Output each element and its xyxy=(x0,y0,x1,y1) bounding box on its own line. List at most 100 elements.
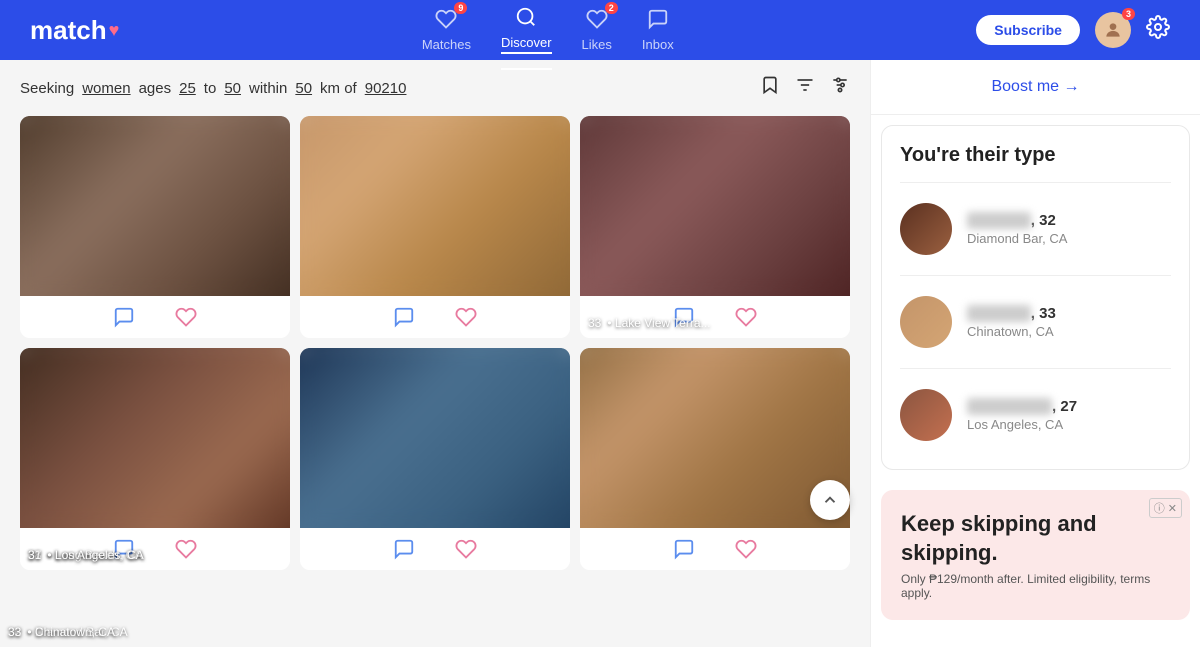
type-divider-1 xyxy=(900,182,1171,183)
likes-icon-wrap: 2 xyxy=(586,8,608,35)
message-button-5[interactable] xyxy=(393,538,415,560)
inbox-icon xyxy=(647,14,669,34)
discover-icon-wrap xyxy=(515,6,537,33)
avatar-icon xyxy=(1103,20,1123,40)
profile-photo-5 xyxy=(300,348,570,528)
like-button-4[interactable] xyxy=(175,538,197,560)
type-item-1[interactable]: ██████, 32 Diamond Bar, CA xyxy=(900,193,1171,265)
photo-count-3: 4 xyxy=(819,316,842,330)
main-content: Seeking women ages 25 to 50 within 50 km… xyxy=(0,60,1200,647)
heart-icon-6 xyxy=(735,538,757,560)
to-label: to xyxy=(204,80,217,97)
sort-icon xyxy=(795,75,815,95)
heart-icon-1 xyxy=(175,306,197,328)
sort-button[interactable] xyxy=(795,75,815,101)
avatar-badge: 3 xyxy=(1122,8,1135,20)
profile-loc-3: • Lake View Terra... xyxy=(607,316,710,330)
scroll-up-button[interactable] xyxy=(810,480,850,520)
boost-link[interactable]: Boost me → xyxy=(991,78,1079,95)
blurred-name-1: ██████ xyxy=(967,212,1031,229)
type-location-3: Los Angeles, CA xyxy=(967,417,1077,432)
boost-banner: Boost me → xyxy=(871,60,1200,115)
nav-discover[interactable]: Discover xyxy=(501,6,552,54)
ad-label: ⓘ ✕ xyxy=(1149,498,1182,518)
matches-icon-wrap: 9 xyxy=(435,8,457,35)
gender-filter[interactable]: women xyxy=(82,80,130,97)
inbox-icon-wrap xyxy=(647,8,669,35)
likes-badge: 2 xyxy=(605,2,618,14)
profile-card-5[interactable]: 37 • Long Beach, CA xyxy=(300,348,570,570)
profile-card-6[interactable]: 31 • Los Angeles, CA xyxy=(580,348,850,570)
age-to-filter[interactable]: 50 xyxy=(224,80,241,97)
main-nav: 9 Matches Discover 2 Likes xyxy=(422,6,674,54)
profile-card-3[interactable]: 33 • Lake View Terra... 4 xyxy=(580,116,850,338)
type-info-3: ████████, 27 Los Angeles, CA xyxy=(967,398,1077,432)
photo-count-value-3: 4 xyxy=(819,317,825,329)
camera-icon-3 xyxy=(828,316,842,330)
bookmark-button[interactable] xyxy=(760,75,780,101)
blurred-name-2: ██████ xyxy=(967,305,1031,322)
type-info-1: ██████, 32 Diamond Bar, CA xyxy=(967,212,1067,246)
zipcode-filter[interactable]: 90210 xyxy=(365,80,407,97)
heart-icon-3 xyxy=(735,306,757,328)
matches-label: Matches xyxy=(422,37,471,52)
distance-filter[interactable]: 50 xyxy=(295,80,312,97)
like-button-3[interactable] xyxy=(735,306,757,328)
profile-card-4[interactable]: 28 • Los Angeles, CA 2 xyxy=(20,348,290,570)
profile-photo-2 xyxy=(300,116,570,296)
card-actions-1 xyxy=(20,296,290,338)
settings-button[interactable] xyxy=(1146,15,1170,45)
nav-likes[interactable]: 2 Likes xyxy=(582,8,612,52)
age-from-filter[interactable]: 25 xyxy=(179,80,196,97)
ad-info-icon[interactable]: ⓘ ✕ xyxy=(1149,498,1182,518)
logo-heart-icon: ♥ xyxy=(109,20,120,41)
profile-grid-row2: 28 • Los Angeles, CA 2 xyxy=(20,348,850,570)
like-button-6[interactable] xyxy=(735,538,757,560)
avatar-button[interactable]: 3 xyxy=(1095,12,1131,48)
chevron-up-icon xyxy=(821,491,839,509)
filter-button[interactable] xyxy=(830,75,850,101)
photo-count-4: 2 xyxy=(259,548,282,562)
type-location-1: Diamond Bar, CA xyxy=(967,231,1067,246)
likes-icon xyxy=(586,14,608,34)
type-section: You're their type ██████, 32 Diamond Bar… xyxy=(881,125,1190,470)
logo: match♥ xyxy=(30,15,119,46)
type-info-2: ██████, 33 Chinatown, CA xyxy=(967,305,1056,339)
like-button-5[interactable] xyxy=(455,538,477,560)
filter-icon xyxy=(830,75,850,95)
search-criteria-bar: Seeking women ages 25 to 50 within 50 km… xyxy=(20,75,850,101)
header-right: Subscribe 3 xyxy=(976,12,1170,48)
nav-inbox[interactable]: Inbox xyxy=(642,8,674,52)
like-button-1[interactable] xyxy=(175,306,197,328)
subscribe-button[interactable]: Subscribe xyxy=(976,15,1080,45)
type-item-3[interactable]: ████████, 27 Los Angeles, CA xyxy=(900,379,1171,451)
settings-icon xyxy=(1146,15,1170,39)
search-toolbar xyxy=(760,75,850,101)
profile-card-1[interactable]: 32 • Diamond Bar, CA xyxy=(20,116,290,338)
blurred-name-3: ████████ xyxy=(967,398,1052,415)
message-button-6[interactable] xyxy=(673,538,695,560)
within-label: within xyxy=(249,80,287,97)
inbox-label: Inbox xyxy=(642,37,674,52)
type-item-2[interactable]: ██████, 33 Chinatown, CA xyxy=(900,286,1171,358)
nav-matches[interactable]: 9 Matches xyxy=(422,8,471,52)
type-divider-2 xyxy=(900,275,1171,276)
profile-card-2[interactable]: 33 • Chinatown, CA xyxy=(300,116,570,338)
heart-icon-4 xyxy=(175,538,197,560)
message-icon-1 xyxy=(113,306,135,328)
profile-photo-3 xyxy=(580,116,850,296)
type-avatar-2 xyxy=(900,296,952,348)
right-sidebar: Boost me → You're their type ██████, 32 … xyxy=(870,60,1200,647)
card-info-3: 33 • Lake View Terra... xyxy=(588,316,711,330)
message-button-2[interactable] xyxy=(393,306,415,328)
type-name-2: ██████, 33 xyxy=(967,305,1056,322)
card-actions-5 xyxy=(300,528,570,570)
likes-label: Likes xyxy=(582,37,612,52)
type-name-3: ████████, 27 xyxy=(967,398,1077,415)
like-button-2[interactable] xyxy=(455,306,477,328)
type-avatar-1 xyxy=(900,203,952,255)
ad-text: Keep skipping and skipping. xyxy=(901,510,1170,567)
card-actions-6 xyxy=(580,528,850,570)
message-button-1[interactable] xyxy=(113,306,135,328)
message-icon-6 xyxy=(673,538,695,560)
